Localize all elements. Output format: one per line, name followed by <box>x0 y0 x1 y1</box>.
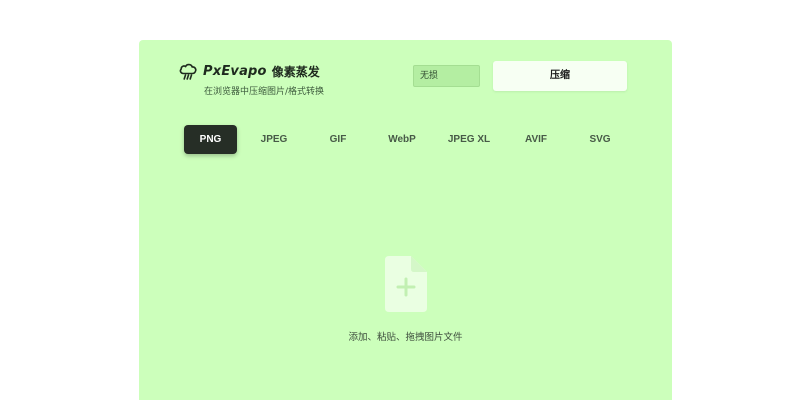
drop-hint: 添加、粘贴、拖拽图片文件 <box>348 332 463 343</box>
brand-name: PxEvapo <box>203 63 267 79</box>
compression-mode-select[interactable]: 无损 <box>413 65 480 87</box>
tab-gif[interactable]: GIF <box>313 125 363 154</box>
tab-webp[interactable]: WebP <box>377 125 427 154</box>
brand-name-chinese: 像素蒸发 <box>271 64 320 79</box>
tagline: 在浏览器中压缩图片/格式转换 <box>204 87 325 97</box>
main-panel: PxEvapo 像素蒸发 在浏览器中压缩图片/格式转换 无损 压缩 PNG JP… <box>139 40 672 400</box>
tab-png[interactable]: PNG <box>184 125 237 154</box>
compress-button[interactable]: 压缩 <box>493 61 627 91</box>
file-drop-zone[interactable]: 添加、粘贴、拖拽图片文件 <box>139 240 672 350</box>
tab-jpeg-xl[interactable]: JPEG XL <box>441 125 497 154</box>
cloud-rain-icon <box>178 61 198 81</box>
tab-jpeg[interactable]: JPEG <box>249 125 299 154</box>
brand: PxEvapo 像素蒸发 <box>178 60 320 82</box>
tab-avif[interactable]: AVIF <box>511 125 561 154</box>
file-add-icon <box>384 255 428 317</box>
tab-svg[interactable]: SVG <box>575 125 625 154</box>
